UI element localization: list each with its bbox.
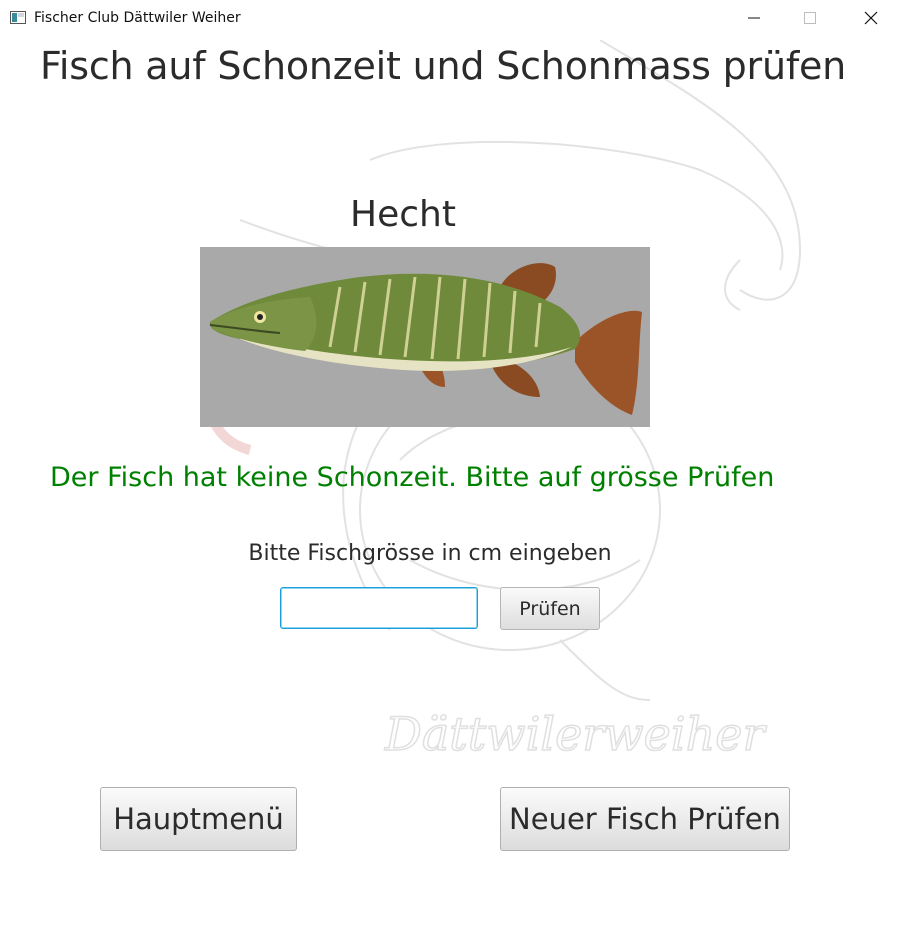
window-titlebar: Fischer Club Dättwiler Weiher (0, 0, 899, 36)
maximize-button[interactable] (782, 0, 838, 36)
new-fish-button[interactable]: Neuer Fisch Prüfen (500, 787, 790, 851)
size-input-label: Bitte Fischgrösse in cm eingeben (248, 541, 612, 566)
close-icon (864, 11, 878, 25)
fish-size-input[interactable] (280, 587, 478, 629)
window-title: Fischer Club Dättwiler Weiher (34, 10, 241, 26)
fish-name: Hecht (350, 194, 456, 235)
close-button[interactable] (843, 0, 899, 36)
pike-fish-image (200, 247, 650, 427)
main-menu-button[interactable]: Hauptmenü (100, 787, 297, 851)
minimize-button[interactable] (726, 0, 782, 36)
app-window-icon (10, 11, 26, 24)
status-message: Der Fisch hat keine Schonzeit. Bitte auf… (50, 462, 775, 493)
minimize-icon (748, 17, 760, 19)
check-button[interactable]: Prüfen (500, 587, 600, 630)
page-title: Fisch auf Schonzeit und Schonmass prüfen (40, 44, 847, 88)
watermark-text: Dättwilerweiher (384, 707, 767, 761)
maximize-icon (804, 12, 816, 24)
